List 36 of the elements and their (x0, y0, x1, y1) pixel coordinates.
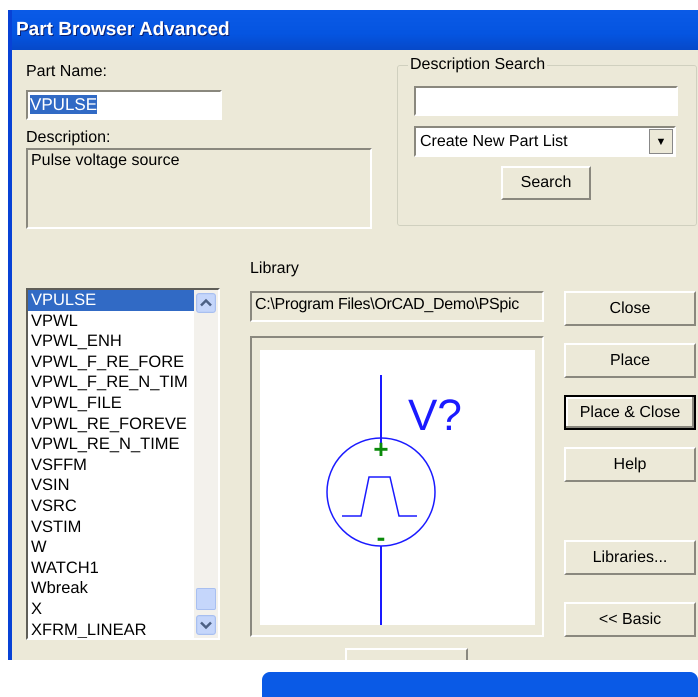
part-list-item[interactable]: VSIN (28, 475, 194, 496)
dialog-button[interactable]: Libraries... (564, 540, 696, 575)
part-list-item[interactable]: Wbreak (28, 578, 194, 599)
part-list-item[interactable]: VPWL_ENH (28, 331, 194, 352)
part-list-item[interactable]: VPWL_RE_FOREVE (28, 414, 194, 434)
dialog-button[interactable]: Place (564, 343, 696, 378)
dialog-button[interactable]: Place & Close (564, 395, 696, 430)
part-list-item[interactable]: VPULSE (28, 290, 194, 311)
library-label: Library (250, 259, 300, 279)
part-list-item[interactable]: VSFFM (28, 454, 194, 476)
description-label: Description: (26, 128, 112, 148)
part-list-item[interactable]: VPWL_F_RE_N_TIM (28, 372, 194, 393)
dialog-button[interactable]: Help (564, 447, 696, 482)
search-button[interactable]: Search (501, 166, 591, 200)
dialog-button[interactable]: << Basic (564, 602, 696, 637)
part-list-item[interactable]: X (28, 598, 194, 620)
plus-sign: + (373, 434, 389, 464)
description-box: Pulse voltage source (26, 148, 372, 229)
part-list-item[interactable]: XFRM_LINEAR (28, 620, 194, 638)
part-list-dropdown[interactable]: Create New Part List ▼ (414, 126, 676, 157)
group-title: Description Search (409, 56, 546, 74)
part-list-item[interactable]: VSTIM (28, 516, 194, 538)
part-list-item[interactable]: VPWL (28, 310, 194, 332)
part-name-field[interactable]: VPULSE (26, 90, 222, 120)
part-list-item[interactable]: VPWL_F_RE_FORE (28, 352, 194, 372)
minus-sign: - (376, 522, 386, 552)
part-list-item[interactable]: W (28, 537, 194, 558)
part-list-item[interactable]: WATCH1 (28, 558, 194, 578)
part-list-item[interactable]: VPWL_RE_N_TIME (28, 434, 194, 455)
part-list-item[interactable]: VSRC (28, 496, 194, 517)
dialog-button[interactable]: Close (564, 291, 696, 326)
reference-label: V? (408, 391, 462, 440)
part-list-item[interactable]: VPWL_FILE (28, 392, 194, 414)
part-name-label: Part Name: (26, 62, 108, 82)
window-title: Part Browser Advanced (16, 19, 230, 41)
library-path-field: C:\Program Files\OrCAD_Demo\PSpic (250, 291, 544, 322)
